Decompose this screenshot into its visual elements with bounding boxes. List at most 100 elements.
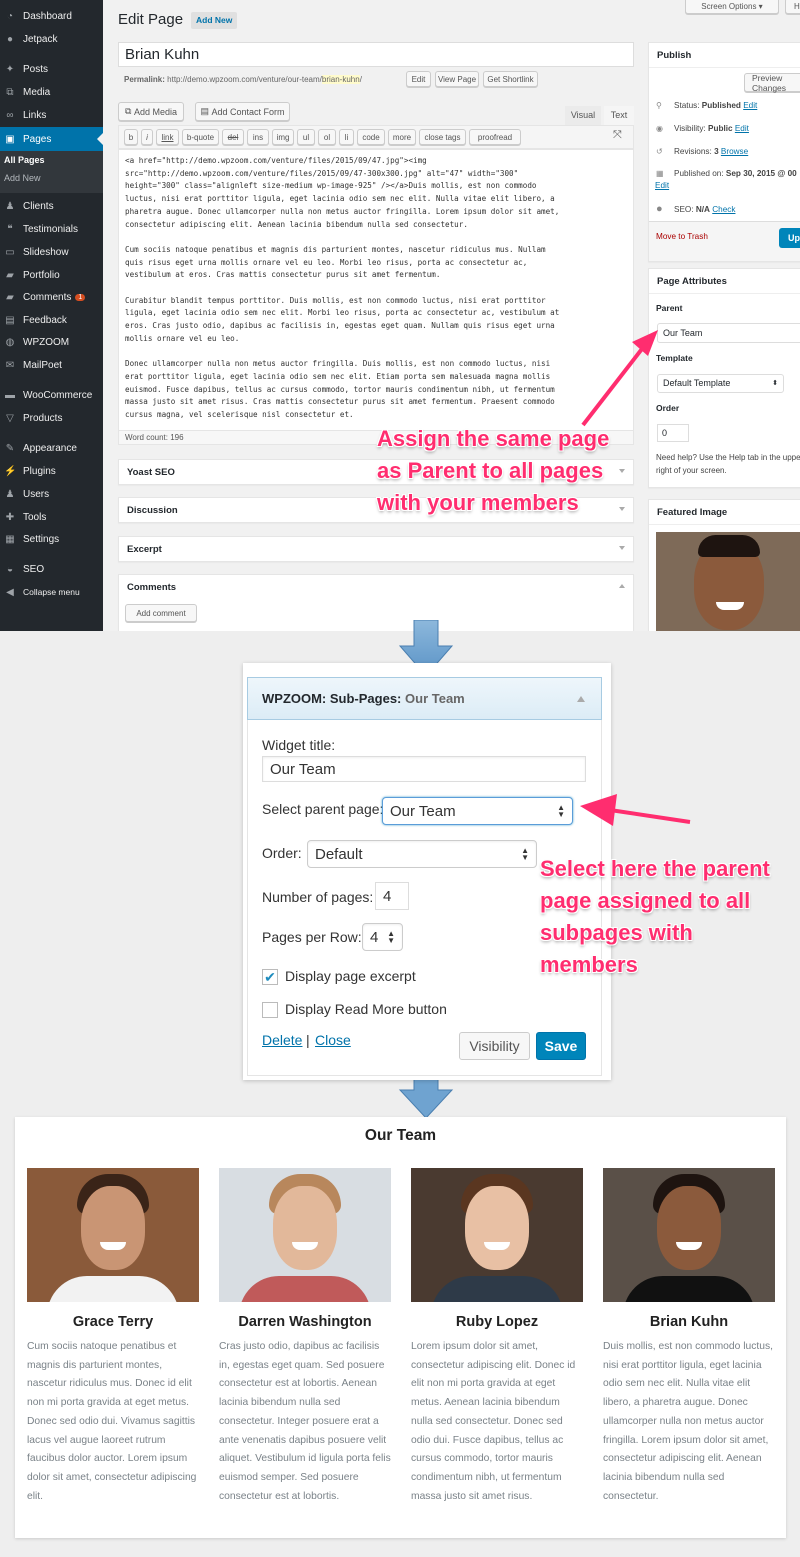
quicktag-del[interactable]: del — [222, 129, 244, 145]
member-photo[interactable] — [411, 1168, 583, 1302]
sidebar-item-mailpoet[interactable]: ✉ MailPoet — [0, 354, 103, 376]
sidebar-item-jetpack[interactable]: ● Jetpack — [0, 28, 103, 50]
seo-check-link[interactable]: Check — [712, 205, 735, 214]
sidebar-item-pages[interactable]: ▣ Pages — [0, 127, 103, 151]
member-photo[interactable] — [603, 1168, 775, 1302]
sidebar-item-label: Slideshow — [23, 246, 69, 258]
get-shortlink-button[interactable]: Get Shortlink — [483, 71, 538, 87]
member-name[interactable]: Ruby Lopez — [411, 1314, 583, 1330]
revisions-label: Revisions: — [674, 146, 712, 156]
quicktag-code[interactable]: code — [357, 129, 385, 145]
sidebar-item-woocommerce[interactable]: ▬ WooCommerce — [0, 384, 103, 406]
sidebar-item-testimonials[interactable]: ❝ Testimonials — [0, 218, 103, 240]
permalink-base[interactable]: http://demo.wpzoom.com/venture/our-team/ — [167, 75, 322, 84]
display-read-more-checkbox[interactable] — [262, 1002, 278, 1018]
sidebar-item-settings[interactable]: ▦ Settings — [0, 528, 103, 550]
sidebar-item-posts[interactable]: ✦ Posts — [0, 58, 103, 80]
add-media-button[interactable]: ⧉ Add Media — [118, 102, 184, 121]
content-textarea[interactable]: <a href="http://demo.wpzoom.com/venture/… — [118, 149, 634, 431]
member-photo[interactable] — [219, 1168, 391, 1302]
member-name[interactable]: Grace Terry — [27, 1314, 199, 1330]
post-title-input[interactable]: Brian Kuhn — [118, 42, 634, 67]
sidebar-item-tools[interactable]: ✚ Tools — [0, 506, 103, 528]
sidebar-item-users[interactable]: ♟ Users — [0, 483, 103, 505]
member-photo[interactable] — [27, 1168, 199, 1302]
sidebar-item-slideshow[interactable]: ▭ Slideshow — [0, 241, 103, 263]
widget-title-input[interactable]: Our Team — [262, 756, 586, 782]
sidebar-item-comments[interactable]: ▰ Comments 1 — [0, 286, 103, 308]
visibility-button[interactable]: Visibility — [459, 1032, 530, 1060]
toggle-icon[interactable] — [619, 507, 625, 511]
tab-visual[interactable]: Visual — [565, 106, 601, 125]
sidebar-item-plugins[interactable]: ⚡ Plugins — [0, 460, 103, 482]
toggle-icon[interactable] — [619, 584, 625, 588]
sidebar-item-links[interactable]: ∞ Links — [0, 104, 103, 126]
sidebar-item-media[interactable]: ⧉ Media — [0, 81, 103, 103]
status-value: Published — [701, 100, 741, 110]
permalink-slug[interactable]: brian-kuhn — [321, 75, 360, 84]
save-button[interactable]: Save — [536, 1032, 586, 1060]
tab-text[interactable]: Text — [604, 106, 634, 125]
preview-changes-button[interactable]: Preview Changes — [744, 73, 800, 93]
sidebar-item-seo[interactable]: ◒ SEO — [0, 558, 103, 580]
member-name[interactable]: Darren Washington — [219, 1314, 391, 1330]
submenu-add-new[interactable]: Add New — [0, 169, 103, 187]
permalink-edit-button[interactable]: Edit — [406, 71, 431, 87]
quicktag-img[interactable]: img — [272, 129, 294, 145]
display-read-more-label: Display Read More button — [285, 1001, 447, 1017]
quicktag-b[interactable]: b — [124, 129, 138, 145]
quicktag-more[interactable]: more — [388, 129, 416, 145]
member-name[interactable]: Brian Kuhn — [603, 1314, 775, 1330]
sidebar-item-appearance[interactable]: ✎ Appearance — [0, 437, 103, 459]
submenu-all-pages[interactable]: All Pages — [0, 151, 103, 169]
add-contact-form-button[interactable]: ▤ Add Contact Form — [195, 102, 290, 121]
sidebar-item-dashboard[interactable]: ◔ Dashboard — [0, 5, 103, 27]
fullscreen-icon[interactable]: ⤧ — [613, 129, 622, 142]
parent-page-select[interactable]: Our Team ▲ ▼ — [382, 797, 573, 825]
excerpt-metabox[interactable]: Excerpt — [118, 536, 634, 562]
sidebar-item-label: WPZOOM — [23, 336, 70, 348]
metabox-title: Excerpt — [127, 544, 162, 555]
add-comment-button[interactable]: Add comment — [125, 604, 197, 622]
display-excerpt-checkbox[interactable]: ✔ — [262, 969, 278, 985]
visibility-edit-link[interactable]: Edit — [735, 124, 749, 133]
delete-link[interactable]: Delete — [262, 1032, 302, 1048]
quicktag-b-quote[interactable]: b-quote — [182, 129, 219, 145]
seo-value: N/A — [695, 204, 710, 214]
collapse-arrow-icon[interactable] — [577, 696, 585, 702]
add-new-button[interactable]: Add New — [191, 12, 238, 29]
sidebar-item-feedback[interactable]: ▤ Feedback — [0, 309, 103, 331]
quicktag-proofread[interactable]: proofread — [469, 129, 521, 145]
move-to-trash-link[interactable]: Move to Trash — [656, 232, 708, 241]
quicktag-ins[interactable]: ins — [247, 129, 269, 145]
status-edit-link[interactable]: Edit — [743, 101, 757, 110]
sidebar-item-portfolio[interactable]: ▰ Portfolio — [0, 264, 103, 286]
quicktag-i[interactable]: i — [141, 129, 153, 145]
sidebar-item-clients[interactable]: ♟ Clients — [0, 195, 103, 217]
sidebar-item-wpzoom[interactable]: ◍ WPZOOM — [0, 331, 103, 353]
screen-options-button[interactable]: Screen Options ▾ — [685, 0, 779, 14]
browse-revisions-link[interactable]: Browse — [721, 147, 748, 156]
update-button[interactable]: Update — [779, 228, 800, 248]
toggle-icon[interactable] — [619, 546, 625, 550]
published-edit-link[interactable]: Edit — [655, 181, 669, 190]
quicktag-close-tags[interactable]: close tags — [419, 129, 466, 145]
quicktag-ul[interactable]: ul — [297, 129, 315, 145]
quicktag-ol[interactable]: ol — [318, 129, 336, 145]
toggle-icon[interactable] — [619, 469, 625, 473]
widget-header[interactable]: WPZOOM: Sub-Pages: Our Team — [247, 677, 602, 720]
quicktag-li[interactable]: li — [339, 129, 354, 145]
order-select[interactable]: Default ▲ ▼ — [307, 840, 537, 868]
seo-dot-icon: ● — [656, 203, 663, 215]
number-of-pages-input[interactable]: 4 — [375, 882, 409, 910]
quicktag-link[interactable]: link — [156, 129, 179, 145]
sidebar-item-products[interactable]: ▽ Products — [0, 407, 103, 429]
help-button[interactable]: H — [785, 0, 800, 14]
sidebar-item-collapse-menu[interactable]: ◀ Collapse menu — [0, 581, 103, 603]
featured-image[interactable] — [656, 532, 800, 631]
close-link[interactable]: Close — [315, 1032, 351, 1048]
revisions-row: ↺ Revisions: 3 Browse — [656, 146, 748, 157]
revisions-value: 3 — [714, 146, 719, 156]
view-page-button[interactable]: View Page — [435, 71, 479, 87]
pages-per-row-select[interactable]: 4 ▲ ▼ — [362, 923, 403, 951]
